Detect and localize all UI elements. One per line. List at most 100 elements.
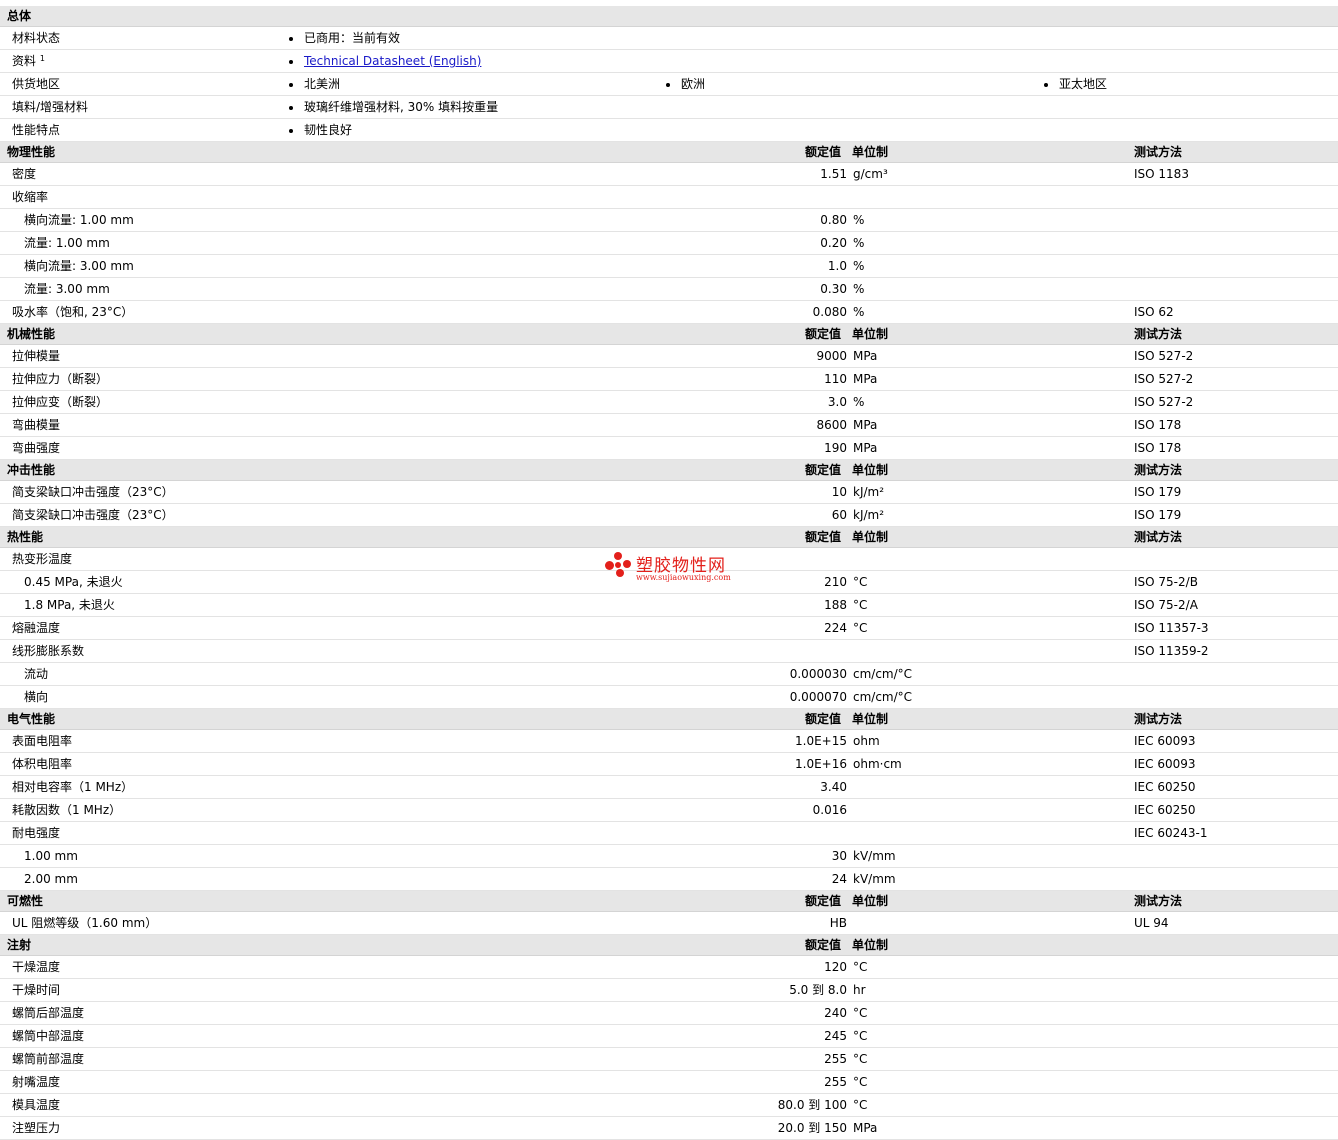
property-value: 80.0 到 100 — [777, 1098, 847, 1112]
general-row-value: 玻璃纤维增强材料, 30% 填料按重量 — [304, 100, 499, 114]
property-label: 弯曲强度 — [12, 441, 61, 455]
property-label: 弯曲模量 — [12, 418, 61, 432]
column-header-test: 测试方法 — [1134, 530, 1183, 544]
general-row-value: 北美洲 — [304, 77, 341, 91]
property-label: 表面电阻率 — [12, 734, 73, 748]
property-row: 线形膨胀系数 ISO 11359-2 — [0, 640, 1338, 663]
section-title: 冲击性能 — [7, 463, 56, 477]
property-row: 干燥温度 120 °C — [0, 956, 1338, 979]
property-unit: MPa — [853, 441, 878, 455]
general-row-value: 韧性良好 — [304, 123, 353, 137]
property-unit: % — [853, 236, 865, 250]
property-row: 耐电强度 IEC 60243-1 — [0, 822, 1338, 845]
section-title: 物理性能 — [7, 145, 56, 159]
property-label: 拉伸应力（断裂） — [12, 372, 109, 386]
column-header-test: 测试方法 — [1134, 327, 1183, 341]
property-row: 横向流量: 1.00 mm 0.80% — [0, 209, 1338, 232]
property-unit: kJ/m² — [853, 485, 885, 499]
property-value: 110 — [824, 372, 847, 386]
general-row-label: 材料状态 — [12, 31, 61, 45]
property-unit: °C — [853, 598, 868, 612]
general-row: 性能特点 韧性良好 — [0, 119, 1338, 142]
property-value: 1.0E+16 — [795, 757, 847, 771]
section-title: 总体 — [7, 9, 32, 23]
datasheet-link[interactable]: Technical Datasheet (English) — [304, 50, 481, 73]
property-unit: % — [853, 305, 865, 319]
property-label: 简支梁缺口冲击强度（23°C） — [12, 485, 174, 499]
section-title: 热性能 — [7, 530, 44, 544]
property-value: 1.0E+15 — [795, 734, 847, 748]
property-label: 横向流量: 3.00 mm — [24, 259, 134, 273]
property-value: 0.000070 — [789, 690, 847, 704]
property-unit: kV/mm — [853, 872, 896, 886]
column-header-value: 额定值 — [805, 938, 842, 952]
bullet-icon — [289, 106, 293, 110]
property-unit: cm/cm/°C — [853, 690, 913, 704]
property-test-method: ISO 527-2 — [1134, 372, 1194, 386]
property-label: 注塑压力 — [12, 1121, 61, 1135]
property-row: 螺筒中部温度 245 °C — [0, 1025, 1338, 1048]
property-test-method: ISO 179 — [1134, 508, 1182, 522]
property-value: 255 — [824, 1075, 847, 1089]
column-header-value: 额定值 — [805, 712, 842, 726]
property-unit: °C — [853, 1098, 868, 1112]
property-row: 模具温度 80.0 到 100 °C — [0, 1094, 1338, 1117]
property-unit: °C — [853, 1029, 868, 1043]
property-row: 横向 0.000070 cm/cm/°C — [0, 686, 1338, 709]
footnote-marker: 1 — [39, 54, 45, 63]
property-label: 熔融温度 — [12, 621, 61, 635]
property-unit: MPa — [853, 1121, 878, 1135]
property-unit: % — [853, 395, 865, 409]
property-value: 24 — [831, 872, 847, 886]
property-test-method: ISO 62 — [1134, 305, 1174, 319]
property-unit: ohm·cm — [853, 757, 902, 771]
property-label: 体积电阻率 — [12, 757, 73, 771]
property-value: 8600 — [816, 418, 847, 432]
property-label: 1.8 MPa, 未退火 — [24, 598, 115, 612]
column-header-test: 测试方法 — [1134, 463, 1183, 477]
property-test-method: IEC 60243-1 — [1134, 826, 1208, 840]
property-test-method: ISO 1183 — [1134, 167, 1189, 181]
property-value: 190 — [824, 441, 847, 455]
column-header-unit: 单位制 — [852, 712, 889, 726]
property-label: 流量: 3.00 mm — [24, 282, 110, 296]
property-value: 245 — [824, 1029, 847, 1043]
property-test-method: IEC 60093 — [1134, 757, 1196, 771]
property-value: HB — [829, 916, 847, 930]
property-row: 吸水率（饱和, 23°C） 0.080% ISO 62 — [0, 301, 1338, 324]
property-label: 耐电强度 — [12, 826, 61, 840]
property-label: 耗散因数（1 MHz） — [12, 803, 122, 817]
property-value: 0.80 — [820, 213, 847, 227]
column-header-unit: 单位制 — [852, 145, 889, 159]
property-unit: g/cm³ — [853, 167, 888, 181]
property-test-method: IEC 60250 — [1134, 780, 1196, 794]
property-row: 密度 1.51 g/cm³ ISO 1183 — [0, 163, 1338, 186]
property-unit: MPa — [853, 349, 878, 363]
column-header-test: 测试方法 — [1134, 894, 1183, 908]
property-value: 3.40 — [820, 780, 847, 794]
column-header-unit: 单位制 — [852, 894, 889, 908]
property-label: 1.00 mm — [24, 849, 78, 863]
property-label: 流量: 1.00 mm — [24, 236, 110, 250]
property-row: 横向流量: 3.00 mm 1.0% — [0, 255, 1338, 278]
property-row: 1.8 MPa, 未退火 188 °C ISO 75-2/A — [0, 594, 1338, 617]
property-unit: °C — [853, 1052, 868, 1066]
property-value: 188 — [824, 598, 847, 612]
property-test-method: ISO 178 — [1134, 418, 1182, 432]
property-value: 20.0 到 150 — [777, 1121, 847, 1135]
property-label: 横向 — [24, 690, 49, 704]
property-row: 拉伸应变（断裂） 3.0% ISO 527-2 — [0, 391, 1338, 414]
general-row-value: 亚太地区 — [1059, 77, 1108, 91]
property-label: 0.45 MPa, 未退火 — [24, 575, 123, 589]
section-header: 可燃性 额定值 单位制 测试方法 — [0, 891, 1338, 912]
general-row: 资料 1 Technical Datasheet (English) — [0, 50, 1338, 73]
general-row-value: 欧洲 — [681, 77, 706, 91]
general-row: 材料状态 已商用：当前有效 — [0, 27, 1338, 50]
property-value: 120 — [824, 960, 847, 974]
property-unit: % — [853, 213, 865, 227]
property-label: 吸水率（饱和, 23°C） — [12, 305, 134, 319]
column-header-unit: 单位制 — [852, 327, 889, 341]
column-header-unit: 单位制 — [852, 938, 889, 952]
property-row: 熔融温度 224 °C ISO 11357-3 — [0, 617, 1338, 640]
property-value: 1.51 — [820, 167, 847, 181]
